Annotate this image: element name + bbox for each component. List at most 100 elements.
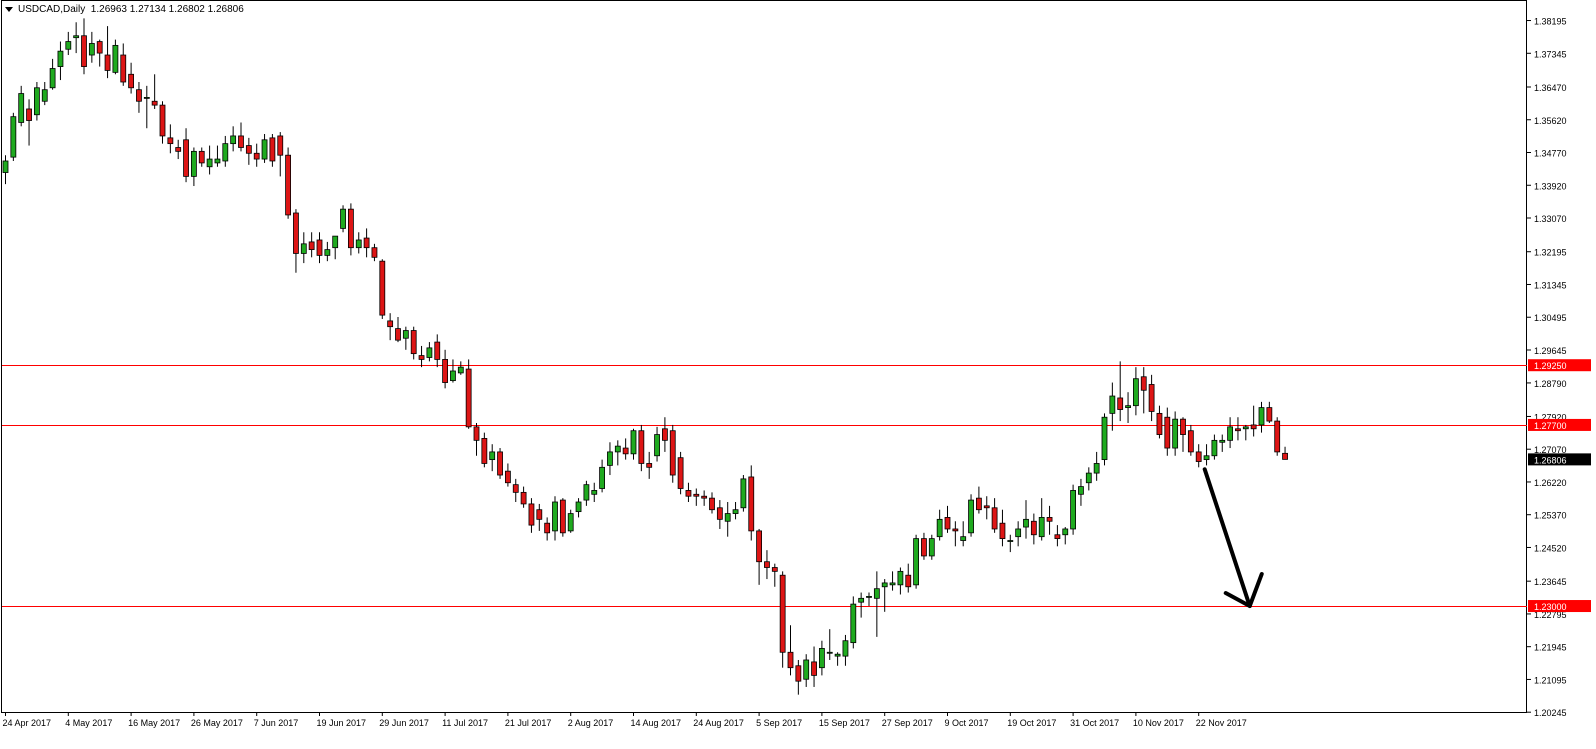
- candle-body-bear: [1054, 534, 1061, 540]
- candle-body-bull: [552, 501, 558, 532]
- chart-title: USDCAD,Daily 1.26963 1.27134 1.26802 1.2…: [18, 4, 244, 15]
- candle: [88, 31, 95, 63]
- candle: [858, 592, 865, 618]
- candle: [811, 646, 817, 687]
- x-axis-tick-label: 29 Jun 2017: [379, 718, 429, 728]
- candle: [685, 482, 692, 502]
- candle-body-bull: [928, 538, 935, 557]
- candle: [889, 571, 896, 591]
- candle: [1282, 446, 1288, 460]
- candle: [575, 498, 582, 518]
- price-chart[interactable]: 1.38195 1.37345 1.36470 1.35620 1.34770 1.339…: [0, 0, 1596, 744]
- candle: [214, 145, 221, 167]
- candle-body-bull: [630, 430, 637, 455]
- candle: [567, 509, 574, 533]
- candle-body-bear: [128, 73, 135, 89]
- candle: [512, 478, 519, 502]
- title-dropdown-icon[interactable]: [5, 7, 13, 12]
- candle-body-bear: [363, 237, 370, 249]
- candle: [261, 134, 268, 163]
- candle: [1093, 451, 1100, 481]
- candle: [1109, 382, 1116, 431]
- y-axis-tick-label: 1.28790: [1534, 379, 1567, 389]
- candle: [355, 232, 362, 254]
- candle-body-bear: [921, 538, 927, 557]
- x-axis-tick-label: 5 Sep 2017: [756, 718, 802, 728]
- candle: [1125, 392, 1131, 424]
- candle-body-bull: [1101, 416, 1108, 461]
- candle-body-bear: [1266, 407, 1273, 422]
- candle-body-bear: [811, 661, 817, 676]
- candle: [238, 122, 244, 152]
- candle-body-bear: [293, 212, 299, 254]
- candle: [151, 74, 158, 109]
- candle-body-bull: [426, 347, 433, 358]
- candle-body-bear: [465, 368, 472, 428]
- chart-window: USDCAD,Daily 1.26963 1.27134 1.26802 1.2…: [0, 0, 1596, 744]
- y-axis-tick-label: 1.34770: [1534, 149, 1567, 159]
- y-axis-tick-label: 1.38195: [1534, 17, 1567, 27]
- candle-body-bear: [999, 522, 1006, 540]
- candle-body-bear: [748, 476, 755, 532]
- candle: [787, 625, 794, 676]
- candle: [638, 424, 645, 472]
- candle-body-bull: [583, 484, 590, 501]
- candle-body-bear: [253, 152, 260, 160]
- candle-body-bull: [57, 50, 64, 67]
- candle-body-bear: [646, 463, 653, 468]
- current-price-tag: 1.26806: [1534, 455, 1567, 465]
- candle-body-bear: [104, 54, 111, 71]
- candle: [952, 521, 959, 547]
- x-axis-tick-label: 7 Jun 2017: [254, 718, 299, 728]
- candle-body-bull: [324, 249, 331, 256]
- candle-body-bear: [285, 154, 292, 216]
- candle: [732, 501, 739, 520]
- candle: [316, 232, 323, 264]
- candle-body-bull: [1172, 418, 1179, 449]
- candle: [159, 101, 166, 144]
- candle: [1195, 444, 1202, 468]
- candle-body-bull: [654, 434, 660, 457]
- candle-body-bull: [340, 208, 346, 229]
- candle-body-bear: [1235, 428, 1241, 432]
- candle-body-bear: [991, 507, 998, 530]
- candle: [599, 459, 605, 493]
- candle-body-bull: [881, 582, 888, 588]
- plot-frame: [1, 0, 1527, 713]
- candles-group: [2, 18, 1288, 695]
- candle: [1007, 534, 1014, 553]
- candle-body-bull: [112, 44, 119, 73]
- x-axis-tick-label: 22 Nov 2017: [1196, 718, 1247, 728]
- candle-body-bull: [41, 89, 48, 102]
- candle: [826, 629, 833, 660]
- x-axis-tick-label: 26 May 2017: [191, 718, 243, 728]
- candle: [324, 241, 331, 262]
- candle: [866, 592, 872, 607]
- candle-body-bull: [842, 640, 849, 657]
- candle-body-bear: [756, 530, 762, 563]
- candle-body-bear: [677, 457, 684, 489]
- candle: [457, 361, 464, 375]
- candle: [57, 41, 64, 81]
- candle-body-bear: [622, 447, 629, 455]
- candle: [693, 488, 700, 506]
- y-axis-tick-label: 1.35620: [1534, 116, 1567, 126]
- candle-body-bear: [442, 359, 449, 383]
- chart-symbol-timeframe: USDCAD,Daily: [18, 4, 86, 15]
- candle: [504, 463, 511, 487]
- candle: [748, 465, 755, 541]
- candle: [81, 18, 87, 75]
- candle-body-bear: [1195, 451, 1202, 462]
- candle: [308, 232, 315, 258]
- y-axis-tick-label: 1.30495: [1534, 313, 1567, 323]
- candle-body-bear: [771, 567, 778, 572]
- y-axis-tick-label: 1.24520: [1534, 543, 1567, 553]
- candle: [65, 31, 72, 56]
- candle-body-bear: [520, 491, 527, 505]
- candle-body-bear: [159, 104, 166, 137]
- candle-body-bull: [230, 135, 237, 145]
- candle-body-bull: [206, 158, 213, 168]
- candle-body-bull: [214, 158, 221, 164]
- candle: [167, 124, 174, 154]
- candle: [1046, 505, 1053, 535]
